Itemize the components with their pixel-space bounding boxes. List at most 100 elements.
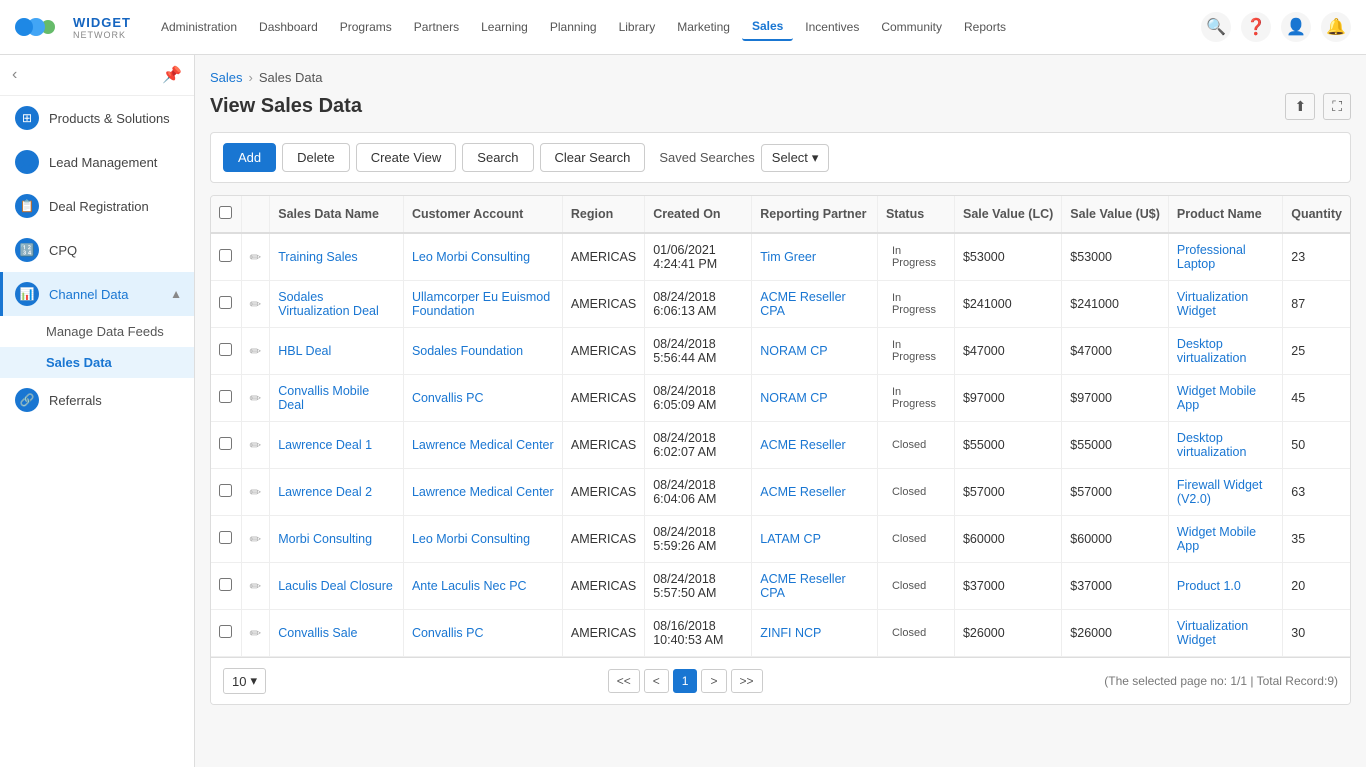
edit-icon-4[interactable]: ✏ xyxy=(250,437,262,453)
sales-data-name-link[interactable]: Convallis Sale xyxy=(278,626,357,640)
edit-icon-8[interactable]: ✏ xyxy=(250,625,262,641)
sidebar-item-cpq[interactable]: 🔢 CPQ xyxy=(0,228,194,272)
reporting-partner-link[interactable]: NORAM CP xyxy=(760,344,827,358)
product-name-link[interactable]: Product 1.0 xyxy=(1177,579,1241,593)
pagination-page-1-button[interactable]: 1 xyxy=(673,669,698,693)
edit-icon-6[interactable]: ✏ xyxy=(250,531,262,547)
sales-data-name-link[interactable]: Sodales Virtualization Deal xyxy=(278,290,379,318)
edit-icon-1[interactable]: ✏ xyxy=(250,296,262,312)
reporting-partner-link[interactable]: NORAM CP xyxy=(760,391,827,405)
nav-link-library[interactable]: Library xyxy=(609,14,666,40)
add-button[interactable]: Add xyxy=(223,143,276,172)
product-name-link[interactable]: Widget Mobile App xyxy=(1177,384,1256,412)
row-checkbox-0[interactable] xyxy=(219,249,232,262)
edit-icon-2[interactable]: ✏ xyxy=(250,343,262,359)
help-button[interactable]: ❓ xyxy=(1241,12,1271,42)
sidebar-pin-button[interactable]: 📌 xyxy=(162,65,182,85)
sales-data-name-link[interactable]: Laculis Deal Closure xyxy=(278,579,393,593)
sidebar-item-referrals[interactable]: 🔗 Referrals xyxy=(0,378,194,422)
clear-search-button[interactable]: Clear Search xyxy=(540,143,646,172)
saved-searches-select[interactable]: Select ▾ xyxy=(761,144,830,172)
reporting-partner-link[interactable]: LATAM CP xyxy=(760,532,821,546)
breadcrumb-sales[interactable]: Sales xyxy=(210,70,243,85)
sidebar-item-deal-registration[interactable]: 📋 Deal Registration xyxy=(0,184,194,228)
row-checkbox-7[interactable] xyxy=(219,578,232,591)
reporting-partner-link[interactable]: ACME Reseller xyxy=(760,485,845,499)
delete-button[interactable]: Delete xyxy=(282,143,350,172)
customer-account-link[interactable]: Ante Laculis Nec PC xyxy=(412,579,527,593)
sales-data-name-link[interactable]: Convallis Mobile Deal xyxy=(278,384,369,412)
product-name-link[interactable]: Desktop virtualization xyxy=(1177,431,1246,459)
reporting-partner-link[interactable]: ACME Reseller CPA xyxy=(760,572,845,600)
row-sale-usd-cell: $26000 xyxy=(1062,610,1169,657)
row-checkbox-8[interactable] xyxy=(219,625,232,638)
reporting-partner-link[interactable]: ZINFI NCP xyxy=(760,626,821,640)
sidebar-item-channel-data[interactable]: 📊 Channel Data ▲ xyxy=(0,272,194,316)
nav-link-marketing[interactable]: Marketing xyxy=(667,14,740,40)
customer-account-link[interactable]: Convallis PC xyxy=(412,391,484,405)
reporting-partner-link[interactable]: ACME Reseller xyxy=(760,438,845,452)
create-view-button[interactable]: Create View xyxy=(356,143,457,172)
edit-icon-7[interactable]: ✏ xyxy=(250,578,262,594)
row-checkbox-2[interactable] xyxy=(219,343,232,356)
sidebar-collapse-button[interactable]: ‹ xyxy=(12,66,17,84)
nav-link-planning[interactable]: Planning xyxy=(540,14,607,40)
reporting-partner-link[interactable]: Tim Greer xyxy=(760,250,816,264)
nav-link-sales[interactable]: Sales xyxy=(742,13,793,41)
reporting-partner-link[interactable]: ACME Reseller CPA xyxy=(760,290,845,318)
select-all-checkbox[interactable] xyxy=(219,206,232,219)
pagination-next-button[interactable]: > xyxy=(701,669,726,693)
search-button[interactable]: Search xyxy=(462,143,533,172)
notifications-button[interactable]: 🔔 xyxy=(1321,12,1351,42)
sales-data-name-link[interactable]: HBL Deal xyxy=(278,344,331,358)
sales-data-name-link[interactable]: Training Sales xyxy=(278,250,357,264)
nav-link-reports[interactable]: Reports xyxy=(954,14,1016,40)
nav-link-incentives[interactable]: Incentives xyxy=(795,14,869,40)
row-sale-lc-cell: $60000 xyxy=(954,516,1061,563)
customer-account-link[interactable]: Lawrence Medical Center xyxy=(412,438,554,452)
logo-circle-1 xyxy=(15,18,33,36)
row-checkbox-6[interactable] xyxy=(219,531,232,544)
row-checkbox-4[interactable] xyxy=(219,437,232,450)
product-name-link[interactable]: Firewall Widget (V2.0) xyxy=(1177,478,1262,506)
edit-icon-0[interactable]: ✏ xyxy=(250,249,262,265)
sales-data-name-link[interactable]: Lawrence Deal 1 xyxy=(278,438,372,452)
edit-icon-5[interactable]: ✏ xyxy=(250,484,262,500)
sales-data-name-link[interactable]: Lawrence Deal 2 xyxy=(278,485,372,499)
per-page-select[interactable]: 10 ▾ xyxy=(223,668,266,694)
pagination-last-button[interactable]: >> xyxy=(731,669,763,693)
edit-icon-3[interactable]: ✏ xyxy=(250,390,262,406)
sales-data-name-link[interactable]: Morbi Consulting xyxy=(278,532,372,546)
row-checkbox-5[interactable] xyxy=(219,484,232,497)
nav-link-community[interactable]: Community xyxy=(871,14,952,40)
nav-link-dashboard[interactable]: Dashboard xyxy=(249,14,328,40)
sidebar-item-lead-management[interactable]: 👤 Lead Management xyxy=(0,140,194,184)
fullscreen-icon-button[interactable]: ⛶ xyxy=(1323,93,1351,120)
product-name-link[interactable]: Widget Mobile App xyxy=(1177,525,1256,553)
row-checkbox-1[interactable] xyxy=(219,296,232,309)
export-icon-button[interactable]: ⬆ xyxy=(1285,93,1315,120)
row-product-cell: Professional Laptop xyxy=(1168,233,1282,281)
customer-account-link[interactable]: Leo Morbi Consulting xyxy=(412,250,530,264)
sidebar-sub-sales-data[interactable]: Sales Data xyxy=(0,347,194,378)
search-nav-button[interactable]: 🔍 xyxy=(1201,12,1231,42)
product-name-link[interactable]: Virtualization Widget xyxy=(1177,290,1248,318)
customer-account-link[interactable]: Convallis PC xyxy=(412,626,484,640)
customer-account-link[interactable]: Ullamcorper Eu Euismod Foundation xyxy=(412,290,550,318)
nav-link-partners[interactable]: Partners xyxy=(404,14,469,40)
customer-account-link[interactable]: Lawrence Medical Center xyxy=(412,485,554,499)
sidebar-sub-manage-data-feeds[interactable]: Manage Data Feeds xyxy=(0,316,194,347)
pagination-first-button[interactable]: << xyxy=(608,669,640,693)
nav-link-administration[interactable]: Administration xyxy=(151,14,247,40)
user-avatar[interactable]: 👤 xyxy=(1281,12,1311,42)
product-name-link[interactable]: Virtualization Widget xyxy=(1177,619,1248,647)
product-name-link[interactable]: Professional Laptop xyxy=(1177,243,1246,271)
nav-link-programs[interactable]: Programs xyxy=(330,14,402,40)
customer-account-link[interactable]: Leo Morbi Consulting xyxy=(412,532,530,546)
row-checkbox-3[interactable] xyxy=(219,390,232,403)
nav-link-learning[interactable]: Learning xyxy=(471,14,538,40)
customer-account-link[interactable]: Sodales Foundation xyxy=(412,344,523,358)
pagination-prev-button[interactable]: < xyxy=(644,669,669,693)
product-name-link[interactable]: Desktop virtualization xyxy=(1177,337,1246,365)
sidebar-item-products-solutions[interactable]: ⊞ Products & Solutions xyxy=(0,96,194,140)
